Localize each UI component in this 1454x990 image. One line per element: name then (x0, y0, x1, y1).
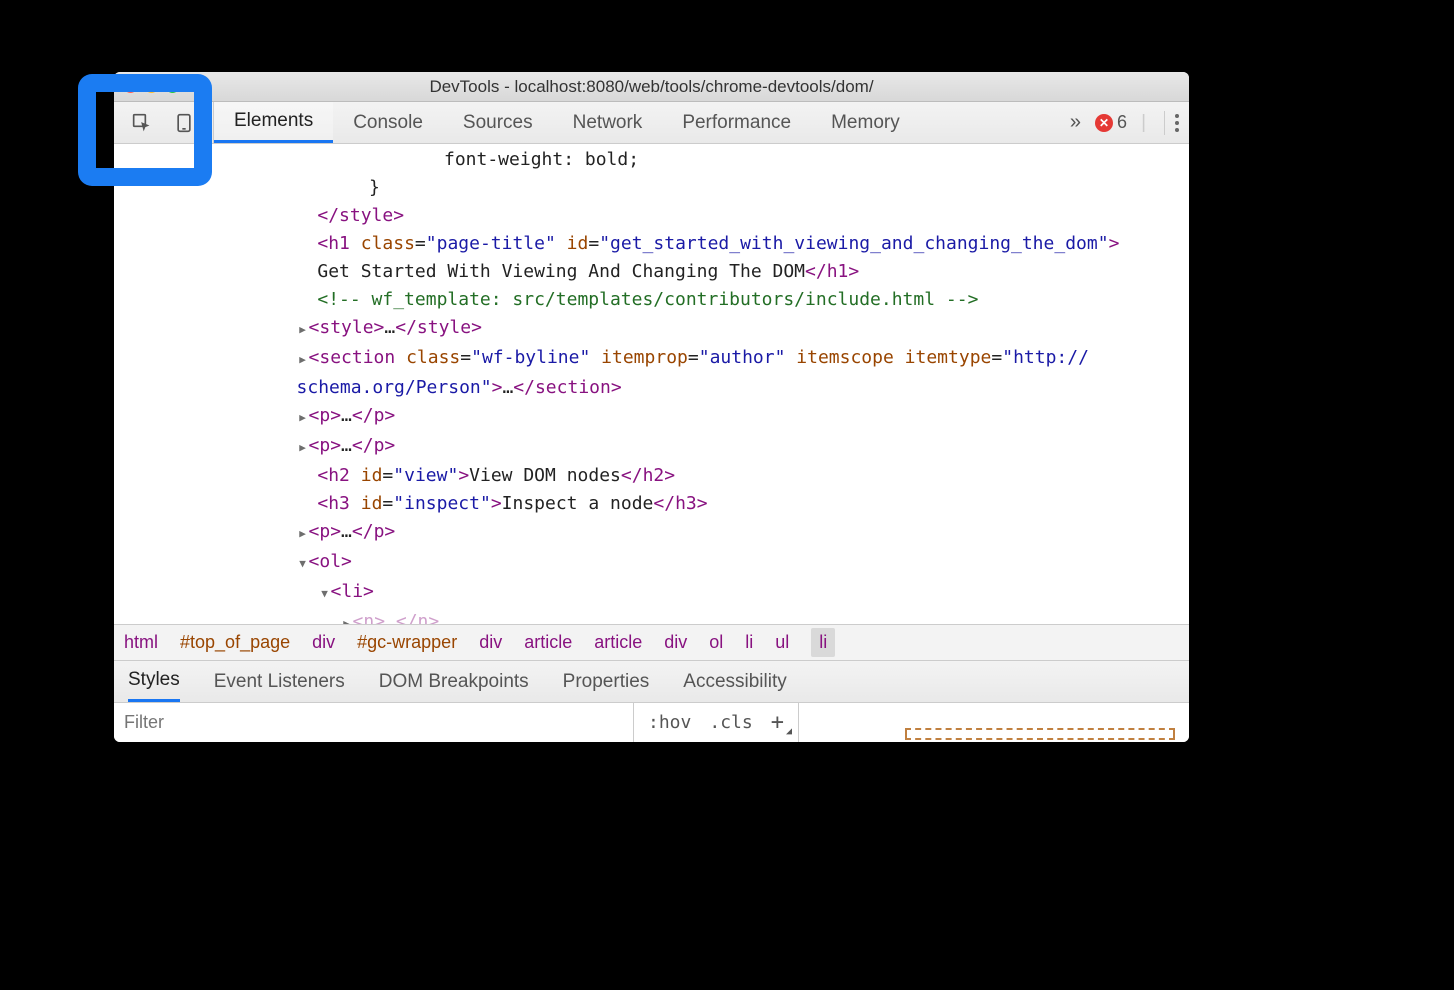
dom-node-p[interactable]: ▶<p>…</p> (114, 402, 1189, 432)
crumb-div[interactable]: div (479, 632, 502, 653)
dom-node-li[interactable]: ▼<li> (114, 578, 1189, 608)
error-count[interactable]: ✕ 6 (1095, 112, 1127, 133)
styles-toolbar: :hov .cls +◢ (114, 702, 1189, 742)
cls-toggle[interactable]: .cls (709, 712, 752, 733)
dom-node-style-close[interactable]: </style> (114, 202, 1189, 230)
dom-node-style[interactable]: ▶<style>…</style> (114, 314, 1189, 344)
new-style-rule-button[interactable]: +◢ (771, 710, 784, 735)
window-titlebar[interactable]: DevTools - localhost:8080/web/tools/chro… (114, 72, 1189, 102)
tab-elements[interactable]: Elements (214, 102, 333, 143)
dom-text[interactable]: } (114, 174, 1189, 202)
error-icon: ✕ (1095, 114, 1113, 132)
styles-subtabs: Styles Event Listeners DOM Breakpoints P… (114, 660, 1189, 702)
styles-filter-input[interactable] (114, 703, 634, 742)
window-title: DevTools - localhost:8080/web/tools/chro… (429, 77, 873, 97)
dom-node-section[interactable]: ▶<section class="wf-byline" itemprop="au… (114, 344, 1189, 374)
crumb-div[interactable]: div (664, 632, 687, 653)
crumb-ol[interactable]: ol (709, 632, 723, 653)
close-window-button[interactable] (124, 80, 137, 93)
tab-memory[interactable]: Memory (811, 102, 920, 143)
subtab-dom-breakpoints[interactable]: DOM Breakpoints (379, 661, 529, 702)
dom-node-h1[interactable]: <h1 class="page-title" id="get_started_w… (114, 230, 1189, 258)
dom-node-h2[interactable]: <h2 id="view">View DOM nodes</h2> (114, 462, 1189, 490)
dom-node-partial[interactable]: ▶<n> </n> (114, 608, 1189, 624)
more-tabs-icon[interactable]: » (1070, 111, 1081, 134)
breadcrumb-trail: html #top_of_page div #gc-wrapper div ar… (114, 624, 1189, 660)
crumb-ul[interactable]: ul (775, 632, 789, 653)
traffic-lights (124, 80, 179, 93)
tab-sources[interactable]: Sources (443, 102, 553, 143)
crumb-li-selected[interactable]: li (811, 628, 835, 657)
crumb-html[interactable]: html (124, 632, 158, 653)
dom-text[interactable]: Get Started With Viewing And Changing Th… (114, 258, 1189, 286)
tab-network[interactable]: Network (553, 102, 663, 143)
crumb-gc-wrapper[interactable]: #gc-wrapper (357, 632, 457, 653)
subtab-properties[interactable]: Properties (563, 661, 650, 702)
crumb-div[interactable]: div (312, 632, 335, 653)
dom-node-section-cont[interactable]: schema.org/Person">…</section> (114, 374, 1189, 402)
dom-node-h3[interactable]: <h3 id="inspect">Inspect a node</h3> (114, 490, 1189, 518)
inspect-element-icon[interactable] (132, 113, 152, 133)
tab-console[interactable]: Console (333, 102, 443, 143)
tab-performance[interactable]: Performance (662, 102, 811, 143)
minimize-window-button[interactable] (145, 80, 158, 93)
subtab-event-listeners[interactable]: Event Listeners (214, 661, 345, 702)
device-toolbar-icon[interactable] (174, 113, 194, 133)
subtab-styles[interactable]: Styles (128, 661, 180, 702)
settings-menu-icon[interactable] (1164, 111, 1179, 135)
elements-dom-tree[interactable]: font-weight: bold; } </style> <h1 class=… (114, 144, 1189, 624)
hov-toggle[interactable]: :hov (648, 712, 691, 733)
styles-content-area (799, 703, 1189, 742)
subtab-accessibility[interactable]: Accessibility (683, 661, 786, 702)
crumb-top-of-page[interactable]: #top_of_page (180, 632, 290, 653)
devtools-window: DevTools - localhost:8080/web/tools/chro… (114, 72, 1189, 742)
dom-node-ol[interactable]: ▼<ol> (114, 548, 1189, 578)
panel-tabs: Elements Console Sources Network Perform… (214, 102, 920, 143)
crumb-article[interactable]: article (594, 632, 642, 653)
dom-text[interactable]: font-weight: bold; (114, 146, 1189, 174)
element-style-placeholder[interactable] (905, 728, 1175, 740)
dom-node-p[interactable]: ▶<p>…</p> (114, 518, 1189, 548)
crumb-li[interactable]: li (745, 632, 753, 653)
dom-comment[interactable]: <!-- wf_template: src/templates/contribu… (114, 286, 1189, 314)
dom-node-p[interactable]: ▶<p>…</p> (114, 432, 1189, 462)
crumb-article[interactable]: article (524, 632, 572, 653)
main-toolbar: Elements Console Sources Network Perform… (114, 102, 1189, 144)
zoom-window-button[interactable] (166, 80, 179, 93)
